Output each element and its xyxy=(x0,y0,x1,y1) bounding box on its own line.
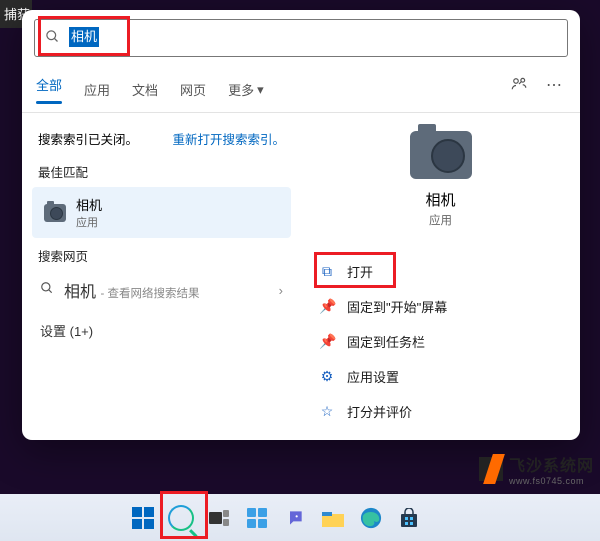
widgets-button[interactable] xyxy=(244,505,270,531)
options-icon[interactable]: ⋯ xyxy=(546,75,562,98)
taskbar xyxy=(0,494,600,541)
search-tabs: 全部 应用 文档 网页 更多▾ ⋯ xyxy=(36,75,580,104)
pin-icon: 📌 xyxy=(319,333,335,350)
start-button[interactable] xyxy=(130,505,156,531)
web-search-hint: 查看网络搜索结果 xyxy=(108,288,200,300)
share-icon: ↗ xyxy=(319,438,335,440)
action-pin-taskbar[interactable]: 📌固定到任务栏 xyxy=(301,324,580,359)
tab-all[interactable]: 全部 xyxy=(36,75,62,104)
task-view-button[interactable] xyxy=(206,505,232,531)
tab-apps[interactable]: 应用 xyxy=(84,80,110,99)
detail-title: 相机 xyxy=(301,189,580,210)
taskbar-search-button[interactable] xyxy=(168,505,194,531)
results-pane: 搜索索引已关闭。 重新打开搜索索引。 最佳匹配 相机 应用 搜索网页 相机 - … xyxy=(22,113,301,435)
best-match-camera[interactable]: 相机 应用 xyxy=(32,187,291,238)
account-link-icon[interactable] xyxy=(510,75,528,98)
star-icon: ☆ xyxy=(319,403,335,420)
action-pin-start[interactable]: 📌固定到"开始"屏幕 xyxy=(301,289,580,324)
watermark: 飞沙系统网 www.fs0745.com xyxy=(479,452,594,486)
search-icon xyxy=(168,505,194,531)
notice-text: 搜索索引已关闭。 xyxy=(38,129,138,148)
search-icon xyxy=(35,29,69,48)
action-app-settings[interactable]: ⚙应用设置 xyxy=(301,359,580,394)
camera-icon xyxy=(44,204,66,222)
open-icon: ⧉ xyxy=(319,263,335,280)
watermark-logo xyxy=(479,457,503,481)
pin-icon: 📌 xyxy=(319,298,335,315)
chevron-down-icon: ▾ xyxy=(257,82,264,98)
file-explorer-button[interactable] xyxy=(320,505,346,531)
action-open[interactable]: ⧉打开 xyxy=(301,254,580,289)
detail-pane: 相机 应用 ⧉打开 📌固定到"开始"屏幕 📌固定到任务栏 ⚙应用设置 ☆打分并评… xyxy=(301,113,580,435)
section-best-match: 最佳匹配 xyxy=(28,156,295,185)
watermark-name: 飞沙系统网 xyxy=(509,452,594,476)
windows-search-panel: 相机 全部 应用 文档 网页 更多▾ ⋯ 搜索索引已关闭。 重新打开搜索索引。 … xyxy=(22,10,580,440)
settings-results[interactable]: 设置 (1+) xyxy=(28,311,295,350)
search-input[interactable] xyxy=(69,20,567,56)
search-selected-text: 相机 xyxy=(69,27,99,47)
tab-documents[interactable]: 文档 xyxy=(132,80,158,99)
action-rate[interactable]: ☆打分并评价 xyxy=(301,394,580,429)
web-search-result[interactable]: 相机 - 查看网络搜索结果 › xyxy=(28,269,295,311)
chat-button[interactable] xyxy=(282,505,308,531)
section-web: 搜索网页 xyxy=(28,240,295,269)
index-off-notice: 搜索索引已关闭。 重新打开搜索索引。 xyxy=(28,121,295,156)
search-icon xyxy=(40,281,54,300)
detail-subtitle: 应用 xyxy=(301,212,580,228)
chevron-right-icon: › xyxy=(279,283,283,298)
reopen-index-link[interactable]: 重新打开搜索索引。 xyxy=(172,129,285,148)
search-box[interactable]: 相机 xyxy=(34,19,568,57)
action-share[interactable]: ↗共享 xyxy=(301,429,580,440)
windows-icon xyxy=(132,507,154,529)
edge-button[interactable] xyxy=(358,505,384,531)
store-button[interactable] xyxy=(396,505,422,531)
tab-web[interactable]: 网页 xyxy=(180,80,206,99)
camera-large-icon xyxy=(410,131,472,179)
best-match-subtitle: 应用 xyxy=(76,214,102,230)
watermark-url: www.fs0745.com xyxy=(509,476,594,486)
best-match-title: 相机 xyxy=(76,195,102,214)
gear-icon: ⚙ xyxy=(319,368,335,385)
tab-more[interactable]: 更多▾ xyxy=(228,80,264,99)
web-search-term: 相机 xyxy=(64,284,96,301)
